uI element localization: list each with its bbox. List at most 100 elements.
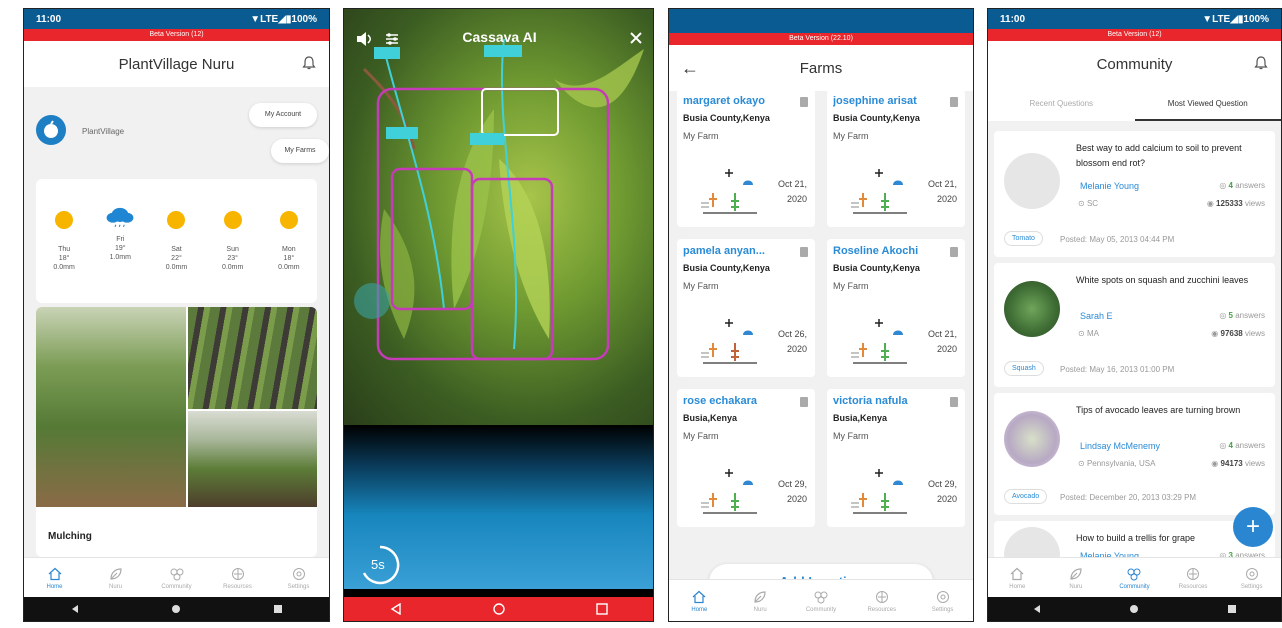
tab-recent-questions[interactable]: Recent Questions — [988, 87, 1135, 121]
farm-location: Busia County,Kenya — [833, 263, 920, 273]
posted-date: Posted: December 20, 2013 03:29 PM — [1060, 493, 1197, 502]
recents-icon[interactable] — [595, 603, 608, 615]
home-circle-icon[interactable] — [171, 604, 181, 614]
status-time: 11:00 — [1000, 13, 1026, 25]
crop-tag[interactable]: Avocado — [1004, 489, 1048, 504]
my-account-button[interactable]: My Account — [249, 103, 317, 127]
add-question-button[interactable]: + — [1233, 507, 1273, 547]
question-author[interactable]: Lindsay McMenemy — [1080, 441, 1160, 451]
field-rows-photo — [188, 411, 317, 507]
nav-label: Home — [691, 606, 708, 613]
farm-card[interactable]: rose echakara Busia,Kenya My Farm Oct 29… — [677, 389, 815, 527]
bottom-navigation: Home Nuru Community Resources Settings — [988, 557, 1281, 597]
bell-icon[interactable] — [1253, 55, 1269, 71]
weather-day: Mon 18° 0.0mm — [267, 205, 311, 303]
day-rain: 0.0mm — [165, 264, 188, 271]
farm-location: Busia,Kenya — [683, 413, 738, 423]
nav-settings[interactable]: Settings — [274, 566, 324, 590]
farm-card[interactable]: pamela anyan... Busia County,Kenya My Fa… — [677, 239, 815, 377]
question-card[interactable]: White spots on squash and zucchini leave… — [994, 263, 1275, 387]
back-icon[interactable] — [1032, 604, 1042, 614]
my-farms-button[interactable]: My Farms — [271, 139, 329, 163]
article-card[interactable]: Mulching — [36, 307, 317, 557]
farm-weather-icon — [851, 469, 907, 514]
trash-icon[interactable] — [800, 247, 808, 257]
nav-settings[interactable]: Settings — [918, 589, 968, 613]
day-temp: 23° — [227, 255, 238, 262]
farm-location: Busia County,Kenya — [683, 263, 770, 273]
crop-tag[interactable]: Squash — [1004, 361, 1044, 376]
farm-card[interactable]: josephine arisat Busia County,Kenya My F… — [827, 89, 965, 227]
nav-resources[interactable]: Resources — [857, 589, 907, 613]
day-rain: 0.0mm — [53, 264, 75, 271]
trash-icon[interactable] — [950, 397, 958, 407]
nav-home[interactable]: Home — [674, 589, 724, 613]
question-location: ⊙ SC — [1078, 199, 1099, 208]
back-icon[interactable] — [390, 603, 402, 615]
back-arrow-icon[interactable]: ← — [681, 58, 699, 79]
recents-icon[interactable] — [1227, 604, 1237, 614]
detection-box — [390, 167, 474, 311]
nav-home[interactable]: Home — [992, 566, 1042, 590]
community-icon — [814, 591, 828, 603]
farm-owner-name: rose echakara — [683, 395, 757, 407]
farm-date: Oct 29, 2020 — [927, 479, 957, 504]
trash-icon[interactable] — [950, 247, 958, 257]
nav-label: Settings — [1240, 583, 1263, 590]
question-author[interactable]: Sarah E — [1080, 311, 1113, 321]
nav-resources[interactable]: Resources — [1168, 566, 1218, 590]
farm-owner-name: pamela anyan... — [683, 245, 765, 257]
trash-icon[interactable] — [800, 397, 808, 407]
trash-icon[interactable] — [950, 97, 958, 107]
nav-settings[interactable]: Settings — [1227, 566, 1277, 590]
resources-icon — [1187, 567, 1200, 580]
nav-resources[interactable]: Resources — [213, 566, 263, 590]
nav-label: Community — [805, 606, 837, 613]
question-author[interactable]: Melanie Young — [1080, 181, 1139, 191]
day-name: Sun — [226, 246, 239, 253]
detection-label — [484, 45, 522, 57]
cassava-ai-screen: Cassava AI 5s — [343, 8, 654, 622]
nav-label: Community — [161, 583, 192, 590]
day-temp: 22° — [171, 255, 182, 262]
bell-icon[interactable] — [301, 55, 317, 71]
recents-icon[interactable] — [273, 604, 283, 614]
nav-community[interactable]: Community — [796, 589, 846, 613]
nav-label: Home — [46, 583, 63, 590]
nav-home[interactable]: Home — [30, 566, 80, 590]
farm-card[interactable]: Roseline Akochi Busia County,Kenya My Fa… — [827, 239, 965, 377]
page-title: Cassava AI — [462, 29, 537, 45]
question-card[interactable]: Tips of avocado leaves are turning brown… — [994, 393, 1275, 515]
home-circle-icon[interactable] — [1129, 604, 1139, 614]
farm-date: Oct 21, 2020 — [927, 179, 957, 204]
trash-icon[interactable] — [800, 97, 808, 107]
farm-owner-name: margaret okayo — [683, 95, 765, 107]
nav-label: Settings — [931, 606, 954, 613]
farm-card[interactable]: victoria nafula Busia,Kenya My Farm Oct … — [827, 389, 965, 527]
nav-nuru[interactable]: Nuru — [735, 589, 785, 613]
camera-viewfinder[interactable]: Cassava AI — [344, 9, 653, 425]
close-icon[interactable] — [629, 31, 643, 45]
nav-nuru[interactable]: Nuru — [1051, 566, 1101, 590]
tab-most-viewed[interactable]: Most Viewed Question — [1134, 87, 1281, 121]
capture-button[interactable] — [354, 283, 390, 319]
question-card[interactable]: Best way to add calcium to soil to preve… — [994, 131, 1275, 257]
community-icon — [1127, 568, 1141, 580]
question-location: ⊙ Pennsylvania, USA — [1078, 459, 1156, 468]
nav-community[interactable]: Community — [1109, 566, 1159, 590]
nav-label: Nuru — [1069, 583, 1083, 590]
community-icon — [170, 568, 183, 580]
article-title: Mulching — [48, 531, 92, 542]
farm-date: Oct 21, 2020 — [927, 329, 957, 354]
app-bar: ← Farms — [669, 45, 973, 91]
farm-weather-icon — [701, 169, 757, 214]
nav-community[interactable]: Community — [152, 566, 202, 590]
crop-tag[interactable]: Tomato — [1004, 231, 1043, 246]
farm-weather-icon — [851, 319, 907, 364]
question-title: White spots on squash and zucchini leave… — [1076, 275, 1249, 285]
question-title: Best way to add calcium to soil to preve… — [1076, 143, 1242, 168]
farm-card[interactable]: margaret okayo Busia County,Kenya My Far… — [677, 89, 815, 227]
back-icon[interactable] — [70, 604, 80, 614]
home-circle-icon[interactable] — [492, 603, 505, 615]
nav-nuru[interactable]: Nuru — [91, 566, 141, 590]
